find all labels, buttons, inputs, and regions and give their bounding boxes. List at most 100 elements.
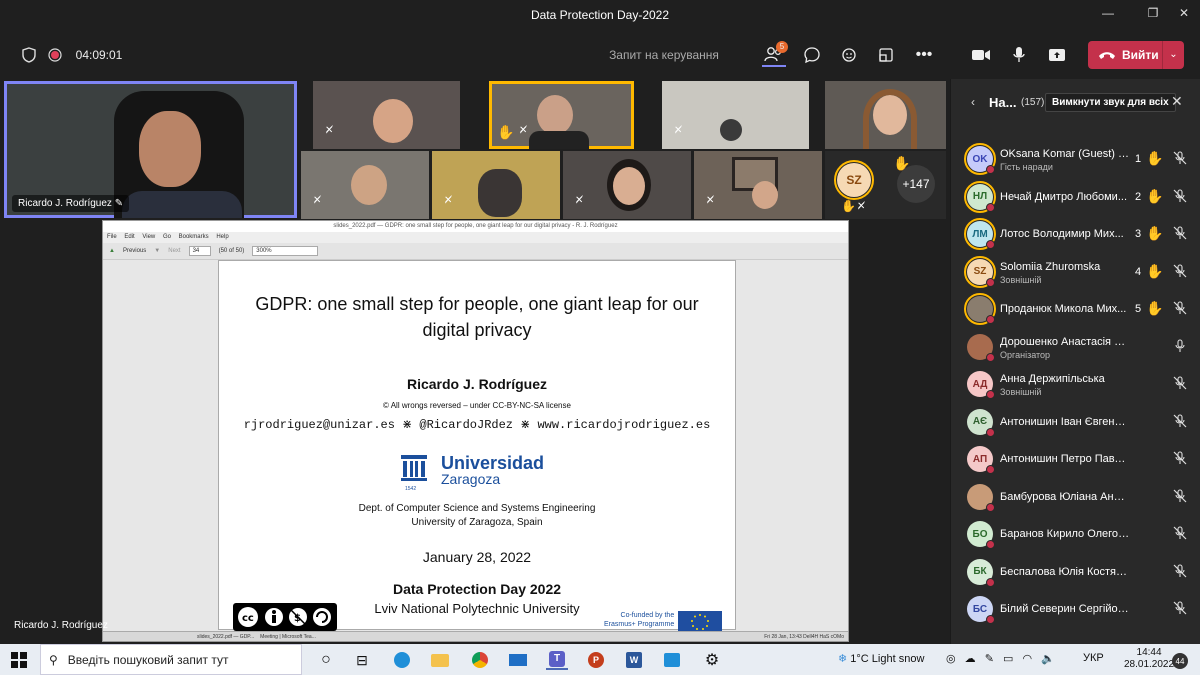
weather-widget[interactable]: ❄ 1°C Light snow <box>838 652 924 665</box>
file-explorer-button[interactable] <box>430 650 450 670</box>
slide-event: Data Protection Day 2022 <box>392 581 562 597</box>
restore-button[interactable]: ❐ <box>1143 6 1163 24</box>
word-button[interactable]: W <box>624 650 644 670</box>
mic-off-icon[interactable] <box>1173 151 1187 165</box>
mic-off-icon[interactable] <box>1173 488 1187 503</box>
mail-icon <box>509 654 527 666</box>
video-tile-participant[interactable] <box>825 81 946 149</box>
mic-off-icon[interactable] <box>1173 526 1187 540</box>
media-player-button[interactable] <box>662 650 682 670</box>
teams-button[interactable]: T <box>546 650 568 670</box>
notifications-badge[interactable]: 44 <box>1172 653 1188 669</box>
video-tile-participant[interactable]: ✕̸ <box>563 151 691 219</box>
video-tile-participant[interactable]: ✕̸ <box>432 151 560 219</box>
shared-taskbar-clock: Fri 28 Jan, 13:43 Dell4H HaS cOMo <box>764 633 844 640</box>
reactions-button[interactable] <box>838 43 862 67</box>
mail-button[interactable] <box>508 650 528 670</box>
video-tile-participant[interactable]: ✕̸ <box>301 151 429 219</box>
participant-row[interactable]: OK OKsana Komar (Guest) (г... Гість нара… <box>951 141 1200 179</box>
chat-button[interactable] <box>800 43 824 67</box>
main-speaker-name: Ricardo J. Rodríguez <box>18 198 112 209</box>
edge-button[interactable] <box>392 650 412 670</box>
participant-row[interactable]: НЛ Нечай Дмитро Любоми... 2 ✋ <box>951 179 1200 217</box>
participant-avatar: БК <box>967 558 995 587</box>
mic-off-icon[interactable] <box>1173 301 1187 315</box>
participant-row[interactable]: SZ Solomiia Zhuromska Зовнішній 4 ✋ <box>951 254 1200 292</box>
mic-off-icon[interactable] <box>1173 563 1187 578</box>
menu-help: Help <box>216 234 229 240</box>
back-chevron-icon[interactable]: ‹ <box>971 95 975 109</box>
presence-dot-icon <box>986 315 995 324</box>
participant-name: OKsana Komar (Guest) (г... <box>1000 148 1130 160</box>
mic-off-icon: ✕̸ <box>706 195 715 206</box>
presence-dot-icon <box>986 165 995 174</box>
cortana-button[interactable]: ○ <box>316 650 336 670</box>
overflow-tile[interactable]: SZ ✋ +147 ✋ ✕̸ <box>825 151 946 219</box>
participant-face <box>351 165 387 205</box>
task-view-icon: ⊟ <box>356 651 368 668</box>
hand-order: 3 <box>1135 228 1142 240</box>
mic-off-icon[interactable] <box>1173 188 1187 203</box>
overflow-count: +147 <box>897 165 935 203</box>
more-actions-button[interactable]: ••• <box>912 43 936 67</box>
slide-title: GDPR: one small step for people, one gia… <box>255 294 699 340</box>
main-speaker-name-chip: Ricardo J. Rodríguez ✎ <box>12 195 130 212</box>
shared-taskbar-teams: Meeting | Microsoft Tea... <box>260 633 316 640</box>
close-window-button[interactable]: ✕ <box>1174 6 1194 24</box>
cloud-icon: ☁ <box>964 653 976 665</box>
task-view-button[interactable]: ⊟ <box>352 650 372 670</box>
participants-button[interactable]: 5 <box>762 41 788 67</box>
participant-row[interactable]: БК Беспалова Юлія Костянтинівна <box>951 554 1200 592</box>
taskbar-clock[interactable]: 14:44 28.01.2022 <box>1124 647 1174 671</box>
minimize-button[interactable]: — <box>1098 6 1118 24</box>
hand-order: 4 <box>1135 265 1142 278</box>
share-button[interactable] <box>1044 43 1070 67</box>
leave-button[interactable]: Вийти ⌄ <box>1088 41 1184 69</box>
video-tile-main-speaker[interactable]: Ricardo J. Rodríguez ✎ <box>4 81 297 218</box>
participant-row[interactable]: Бамбурова Юліана Андріївна <box>951 479 1200 517</box>
video-tile-participant[interactable]: ✕̸ <box>313 81 460 149</box>
powerpoint-button[interactable]: P <box>586 650 606 670</box>
meeting-toolbar: 04:09:01 Запит на керування 5 ••• Вийти <box>0 31 1200 79</box>
video-tile-participant[interactable]: ✕̸ <box>662 81 809 149</box>
menu-edit: Edit <box>124 234 135 240</box>
participant-row[interactable]: БС Білий Северин Сергійович <box>951 591 1200 629</box>
mic-off-icon[interactable] <box>1173 451 1187 465</box>
panel-header: ‹ На... (157) Вимкнути звук для всіх ✕ <box>951 79 1200 125</box>
camera-button[interactable] <box>968 43 994 67</box>
close-panel-icon[interactable]: ✕ <box>1171 93 1183 110</box>
participant-avatar: НЛ <box>964 180 996 213</box>
rooms-button[interactable] <box>874 43 898 67</box>
mic-off-icon[interactable] <box>1173 376 1187 390</box>
mic-off-icon[interactable] <box>1173 413 1187 428</box>
participant-name: Білий Северин Сергійович <box>1000 603 1130 615</box>
video-tile-participant[interactable]: ✋ ✕̸ <box>489 81 634 149</box>
participant-row[interactable]: БО Баранов Кирило Олегович <box>951 516 1200 554</box>
input-language[interactable]: УКР <box>1083 652 1104 664</box>
participant-face <box>613 167 645 205</box>
settings-button[interactable]: ⚙ <box>702 650 722 670</box>
participant-row[interactable]: АП Антонишин Петро Павлович <box>951 441 1200 479</box>
video-tile-participant[interactable]: ✕̸ <box>694 151 822 219</box>
avatar-initials: НЛ <box>972 191 988 202</box>
start-button[interactable] <box>8 650 30 670</box>
participant-row[interactable]: АЄ Антонишин Іван Євгенович <box>951 404 1200 442</box>
mic-off-icon[interactable] <box>1173 601 1187 615</box>
mic-off-icon[interactable] <box>1173 263 1187 278</box>
participant-avatar: БО <box>967 521 995 549</box>
participant-row[interactable]: Проданюк Микола Мих... 5 ✋ <box>951 291 1200 329</box>
chrome-button[interactable] <box>470 650 490 670</box>
microphone-icon[interactable] <box>1173 338 1187 353</box>
raised-hand-icon: ✋ <box>1146 187 1164 204</box>
participant-row[interactable]: АД Анна Держипільська Зовнішній <box>951 366 1200 404</box>
mic-off-icon[interactable] <box>1173 226 1187 240</box>
participant-row[interactable]: Дорошенко Анастасія Володи... Організато… <box>951 329 1200 367</box>
participant-row[interactable]: ЛМ Лотос Володимир Мих... 3 ✋ <box>951 216 1200 254</box>
request-control-button[interactable]: Запит на керування <box>604 43 724 67</box>
taskbar-search-box[interactable]: ⚲ Введіть пошуковий запит тут <box>40 644 302 675</box>
mic-button[interactable] <box>1006 43 1032 67</box>
zoom-select: 300% <box>252 246 319 256</box>
mute-all-button[interactable]: Вимкнути звук для всіх <box>1045 93 1176 112</box>
pin-icon: ✎ <box>114 198 124 209</box>
leave-options-chevron-icon[interactable]: ⌄ <box>1162 41 1184 69</box>
